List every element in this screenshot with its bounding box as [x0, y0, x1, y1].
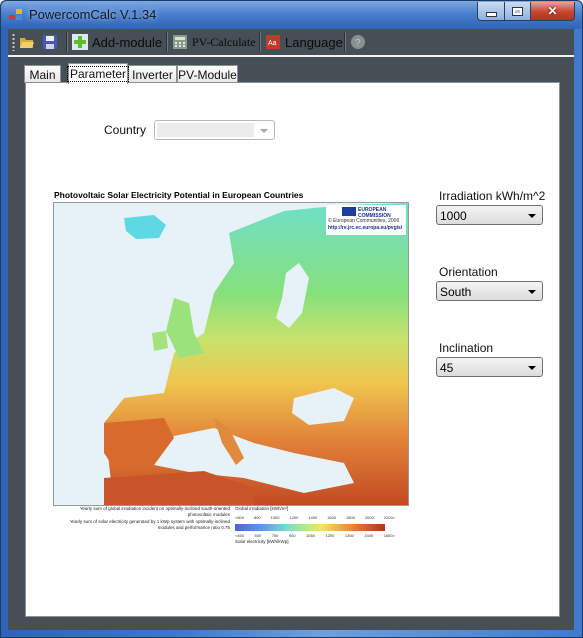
- tab-parameter[interactable]: Parameter: [66, 63, 130, 84]
- save-button[interactable]: [42, 32, 62, 52]
- tick: 1650>: [383, 533, 395, 538]
- toolbar-separator: [344, 32, 346, 52]
- tick: 1800: [346, 515, 355, 520]
- map-title: Photovoltaic Solar Electricity Potential…: [54, 190, 304, 200]
- open-folder-icon: [19, 34, 35, 50]
- tab-label: PV-Module: [178, 67, 237, 82]
- ireland: [152, 331, 168, 351]
- credit-url: http://re.jrc.ec.europa.eu/pvgis/: [328, 225, 403, 231]
- title-bar[interactable]: PowercomCalc V.1.34 ✕: [1, 1, 582, 29]
- app-window: PowercomCalc V.1.34 ✕ Add-module PV-Calc…: [0, 0, 583, 638]
- close-button[interactable]: ✕: [530, 2, 575, 21]
- irradiation-select[interactable]: 1000: [436, 205, 543, 225]
- help-button[interactable]: ?: [350, 32, 370, 52]
- legend-line-1: Yearly sum of global irradiation inciden…: [79, 506, 230, 517]
- add-module-label: Add-module: [92, 34, 163, 50]
- irradiation-value: 1000: [440, 209, 467, 223]
- svg-text:?: ?: [355, 38, 361, 49]
- tick: 1200: [325, 533, 335, 538]
- tick: <450: [235, 533, 245, 538]
- close-icon: ✕: [547, 4, 558, 18]
- language-icon: Aa: [265, 34, 281, 50]
- tab-pv-module[interactable]: PV-Module: [177, 65, 238, 83]
- tick: 1600: [327, 515, 337, 520]
- pv-calculate-label: PV-Calculate: [192, 34, 256, 49]
- add-module-button[interactable]: Add-module: [72, 32, 162, 52]
- tick: 800: [253, 515, 261, 520]
- minimize-button[interactable]: [477, 2, 505, 21]
- pv-calculate-button[interactable]: PV-Calculate: [172, 32, 256, 52]
- legend-line-2: Yearly sum of solar electricity generate…: [69, 519, 230, 530]
- tab-main[interactable]: Main: [24, 65, 61, 83]
- svg-text:Aa: Aa: [268, 40, 277, 47]
- tab-label: Main: [29, 67, 56, 82]
- calculator-icon: [172, 34, 188, 50]
- tick: 1000: [270, 515, 280, 520]
- irradiation-label: Irradiation kWh/m^2: [439, 189, 546, 203]
- tab-inverter[interactable]: Inverter: [128, 65, 177, 83]
- toolbar-separator: [66, 32, 68, 52]
- chevron-down-icon: [528, 290, 536, 294]
- app-icon: [9, 9, 23, 21]
- client-area: Add-module PV-Calculate Aa Language ? Ma…: [8, 29, 574, 630]
- parameter-tab-page: Country Photovoltaic Solar Electricity P…: [25, 82, 560, 617]
- tick: 2000: [364, 515, 374, 520]
- inclination-label: Inclination: [439, 341, 494, 355]
- orientation-label: Orientation: [439, 265, 498, 279]
- toolbar-grip[interactable]: [12, 33, 15, 51]
- country-label: Country: [104, 123, 147, 137]
- minimize-icon: [485, 11, 497, 17]
- map-credit-box: EUROPEAN COMMISSION © European Communiti…: [326, 205, 406, 235]
- chevron-down-icon: [528, 214, 536, 218]
- credit-copyright: © European Communities, 2006: [328, 218, 400, 224]
- legend-bottom-label: Solar electricity [kWh/kWp]: [235, 539, 289, 544]
- orientation-value: South: [440, 285, 472, 299]
- language-label: Language: [285, 34, 343, 50]
- tick: 600: [254, 533, 262, 538]
- chevron-down-icon: [528, 366, 536, 370]
- maximize-button[interactable]: [504, 2, 531, 21]
- legend-top-ticks: <600 800 1000 1200 1400 1600 1800 2000 2…: [235, 515, 395, 520]
- plus-icon: [72, 34, 88, 50]
- tick: 1200: [289, 515, 299, 520]
- inclination-select[interactable]: 45: [436, 357, 543, 377]
- eu-flag-icon: [342, 207, 356, 216]
- tab-label: Inverter: [132, 67, 173, 82]
- toolbar-separator: [259, 32, 261, 52]
- legend-top-label: Global irradiation [kWh/m²]: [235, 506, 289, 511]
- tick: 900: [288, 533, 296, 538]
- legend-color-bar: [235, 524, 385, 531]
- help-icon: ?: [350, 34, 366, 50]
- tick: 750: [271, 533, 279, 538]
- chevron-down-icon: [260, 129, 268, 133]
- toolbar: Add-module PV-Calculate Aa Language ?: [8, 29, 574, 57]
- tick: 2200>: [383, 515, 395, 520]
- legend-bottom-ticks: <450 600 750 900 1050 1200 1350 1500 165…: [235, 533, 395, 538]
- solar-potential-map: EUROPEAN COMMISSION © European Communiti…: [53, 202, 409, 506]
- tick: <600: [235, 515, 245, 520]
- tick: 1050: [306, 533, 315, 538]
- tick: 1500: [364, 533, 374, 538]
- toolbar-separator: [166, 32, 168, 52]
- save-disk-icon: [42, 34, 58, 50]
- country-field: [157, 123, 254, 137]
- tab-label: Parameter: [66, 66, 130, 82]
- tick: 1350: [344, 533, 354, 538]
- maximize-icon: [512, 6, 523, 16]
- inclination-value: 45: [440, 361, 454, 375]
- orientation-select[interactable]: South: [436, 281, 543, 301]
- window-title: PowercomCalc V.1.34: [29, 7, 157, 22]
- country-select[interactable]: [154, 120, 275, 140]
- tick: 1400: [308, 515, 318, 520]
- open-button[interactable]: [19, 32, 39, 52]
- europe-map-image: [54, 203, 408, 505]
- language-button[interactable]: Aa Language: [265, 32, 343, 52]
